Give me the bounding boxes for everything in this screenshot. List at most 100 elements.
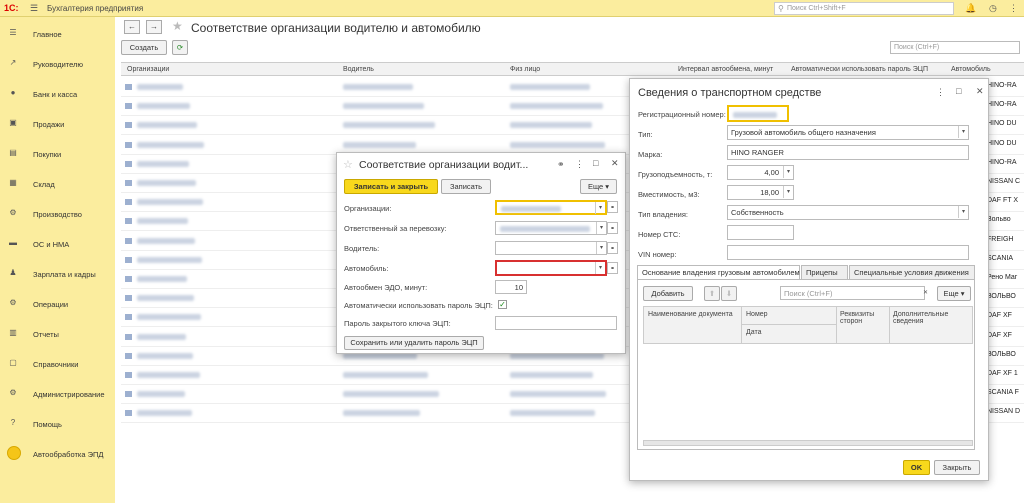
dialog-org-match: ☆ Соответствие организации водит... ⚭ ⋮ … bbox=[336, 152, 626, 354]
tab-trailers[interactable]: Прицепы bbox=[801, 265, 848, 279]
sts-field[interactable] bbox=[727, 225, 794, 240]
keypass-field[interactable] bbox=[495, 316, 617, 330]
chevron-down-icon[interactable]: ▾ bbox=[596, 222, 606, 234]
col-organization[interactable]: Организации bbox=[127, 66, 169, 73]
col-date[interactable]: Дата bbox=[746, 329, 762, 336]
ownership-field[interactable]: Собственность ▾ bbox=[727, 205, 969, 220]
chevron-down-icon[interactable]: ▾ bbox=[596, 242, 606, 254]
reg-field[interactable] bbox=[727, 105, 789, 122]
col-driver[interactable]: Водитель bbox=[343, 66, 374, 73]
horizontal-scrollbar[interactable] bbox=[643, 440, 973, 446]
move-down-icon[interactable]: ⬇ bbox=[721, 286, 737, 301]
open-link-icon[interactable]: ⚭ bbox=[607, 201, 618, 213]
favorite-star-icon[interactable]: ☆ bbox=[343, 158, 353, 171]
vin-field[interactable] bbox=[727, 245, 969, 260]
col-parties[interactable]: Реквизиты сторон bbox=[840, 311, 888, 325]
sidebar-item-warehouse[interactable]: ▦ Склад bbox=[0, 174, 115, 194]
open-link-icon[interactable]: ⚭ bbox=[607, 262, 618, 274]
capacity-field[interactable]: 4,00 ▾ bbox=[727, 165, 794, 180]
sidebar-item-main[interactable]: ☰ Главное bbox=[0, 24, 115, 44]
sidebar-item-catalogs[interactable]: ▢ Справочники bbox=[0, 354, 115, 374]
driver-cell bbox=[343, 103, 424, 110]
refresh-icon[interactable]: ⟳ bbox=[172, 40, 188, 55]
sidebar-item-director[interactable]: ↗ Руководителю bbox=[0, 54, 115, 74]
sidebar-item-production[interactable]: ⚙ Производство bbox=[0, 204, 115, 224]
col-doc-name[interactable]: Наименование документа bbox=[648, 311, 738, 318]
car-field[interactable]: ▾ bbox=[495, 260, 607, 276]
more-button[interactable]: Еще ▾ bbox=[580, 179, 617, 194]
type-field[interactable]: Грузовой автомобиль общего назначения ▾ bbox=[727, 125, 969, 140]
row-icon bbox=[125, 199, 132, 206]
move-up-icon[interactable]: ⬆ bbox=[704, 286, 720, 301]
open-link-icon[interactable]: ⚭ bbox=[607, 222, 618, 234]
more-button[interactable]: Еще ▾ bbox=[937, 286, 971, 301]
driver-cell bbox=[343, 372, 428, 378]
driver-field[interactable]: ▾ bbox=[495, 241, 607, 255]
sidebar-item-sales[interactable]: ▣ Продажи bbox=[0, 114, 115, 134]
edo-field[interactable]: 10 bbox=[495, 280, 527, 294]
link-icon[interactable]: ⚭ bbox=[557, 159, 565, 170]
tab-special-conditions[interactable]: Специальные условия движения bbox=[849, 265, 975, 279]
col-interval[interactable]: Интервал автообмена, минут bbox=[678, 66, 773, 73]
col-person[interactable]: Физ лицо bbox=[510, 66, 540, 73]
chevron-down-icon[interactable]: ▾ bbox=[958, 126, 968, 138]
create-button[interactable]: Создать bbox=[121, 40, 167, 55]
chart-icon: ▥ bbox=[9, 328, 17, 337]
favorite-star-icon[interactable]: ★ bbox=[172, 19, 183, 33]
col-extra[interactable]: Дополнительные сведения bbox=[893, 311, 971, 325]
back-button[interactable]: ← bbox=[124, 20, 140, 34]
driver-label: Водитель: bbox=[344, 244, 380, 253]
autopass-checkbox[interactable]: ✓ bbox=[498, 300, 507, 309]
chevron-down-icon[interactable]: ▾ bbox=[595, 262, 605, 274]
close-icon[interactable]: ✕ bbox=[611, 158, 619, 169]
resp-field[interactable]: ▾ bbox=[495, 221, 607, 235]
list-search-input[interactable]: Поиск (Ctrl+F) bbox=[890, 41, 1020, 54]
sidebar-item-epd[interactable]: Автообработка ЭПД bbox=[0, 444, 115, 464]
brand-field[interactable]: HINO RANGER bbox=[727, 145, 969, 160]
history-icon[interactable]: ◷ bbox=[989, 3, 997, 14]
settings-icon[interactable]: ⋮ bbox=[1009, 3, 1018, 14]
volume-field[interactable]: 18,00 ▾ bbox=[727, 185, 794, 200]
chevron-down-icon[interactable]: ▾ bbox=[958, 206, 968, 218]
person-cell bbox=[510, 103, 603, 110]
col-autopass[interactable]: Автоматически использовать пароль ЭЦП bbox=[791, 66, 928, 73]
save-button[interactable]: Записать bbox=[441, 179, 491, 194]
clear-icon[interactable]: ✕ bbox=[920, 287, 931, 299]
global-search-input[interactable]: ⚲ Поиск Ctrl+Shift+F bbox=[774, 2, 954, 15]
row-icon bbox=[125, 141, 132, 148]
ok-button[interactable]: OK bbox=[903, 460, 930, 475]
menu-icon[interactable]: ☰ bbox=[30, 3, 38, 14]
close-button[interactable]: Закрыть bbox=[934, 460, 980, 475]
sidebar: ☰ Главное ↗ Руководителю ● Банк и касса ▣ Пр… bbox=[0, 17, 115, 503]
notifications-icon[interactable]: 🔔 bbox=[965, 3, 976, 14]
grid-search-input[interactable]: Поиск (Ctrl+F) bbox=[780, 286, 925, 300]
vehicle-cell: HINO DU bbox=[987, 139, 1017, 147]
sidebar-item-purchases[interactable]: ▤ Покупки bbox=[0, 144, 115, 164]
sidebar-item-help[interactable]: ? Помощь bbox=[0, 414, 115, 434]
col-number[interactable]: Номер bbox=[746, 311, 768, 318]
tab-ownership[interactable]: Основание владения грузовым автомобилем bbox=[637, 265, 800, 280]
row-icon bbox=[125, 276, 132, 282]
close-icon[interactable]: ✕ bbox=[976, 86, 984, 97]
forward-button[interactable]: → bbox=[146, 20, 162, 34]
save-password-button[interactable]: Сохранить или удалить пароль ЭЦП bbox=[344, 336, 484, 350]
sidebar-item-bank[interactable]: ● Банк и касса bbox=[0, 84, 115, 104]
chevron-down-icon[interactable]: ▾ bbox=[595, 202, 605, 214]
add-button[interactable]: Добавить bbox=[643, 286, 693, 301]
sidebar-item-assets[interactable]: ▬ ОС и НМА bbox=[0, 234, 115, 254]
stepper-icon[interactable]: ▾ bbox=[783, 166, 793, 178]
more-vertical-icon[interactable]: ⋮ bbox=[936, 87, 945, 98]
stepper-icon[interactable]: ▾ bbox=[783, 186, 793, 198]
maximize-icon[interactable]: □ bbox=[593, 158, 598, 168]
save-close-button[interactable]: Записать и закрыть bbox=[344, 179, 438, 194]
org-field[interactable]: ▾ bbox=[495, 200, 607, 215]
vehicle-cell: ВОЛЬВО bbox=[987, 350, 1016, 358]
col-vehicle[interactable]: Автомобиль bbox=[951, 66, 991, 73]
sidebar-item-reports[interactable]: ▥ Отчеты bbox=[0, 324, 115, 344]
sidebar-item-admin[interactable]: ⚙ Администрирование bbox=[0, 384, 115, 404]
maximize-icon[interactable]: □ bbox=[956, 86, 961, 96]
sidebar-item-operations[interactable]: ⚙ Операции bbox=[0, 294, 115, 314]
open-link-icon[interactable]: ⚭ bbox=[607, 242, 618, 254]
sidebar-item-payroll[interactable]: ♟ Зарплата и кадры bbox=[0, 264, 115, 284]
more-vertical-icon[interactable]: ⋮ bbox=[575, 159, 584, 170]
